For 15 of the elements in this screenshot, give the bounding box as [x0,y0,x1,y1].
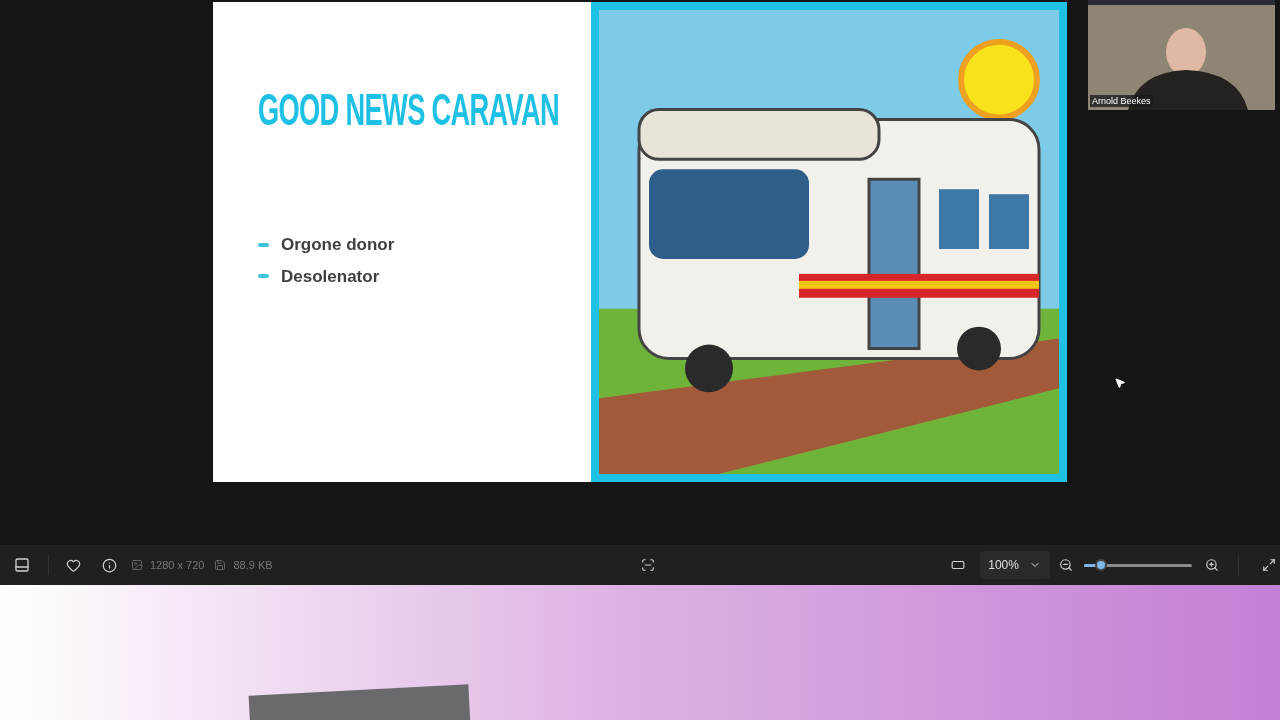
file-size: 88.9 KB [233,557,273,573]
participant-name: Arnold Beekes [1090,95,1153,107]
bullet-text: Orgone donor [281,234,395,256]
bullet-icon [258,274,269,279]
image-icon [131,559,143,571]
cursor-icon [1114,377,1126,389]
slide-title: GOOD NEWS CARAVAN [258,88,560,132]
image-dimensions: 1280 x 720 [150,557,205,573]
zoom-dropdown[interactable]: 100% [979,551,1050,579]
fit-icon [950,558,965,572]
bullet-icon [258,242,269,247]
filmstrip-button[interactable] [12,555,32,575]
slider-thumb[interactable] [1094,559,1107,571]
bullet-text: Desolenator [281,265,380,288]
zoom-slider[interactable] [1083,559,1192,571]
